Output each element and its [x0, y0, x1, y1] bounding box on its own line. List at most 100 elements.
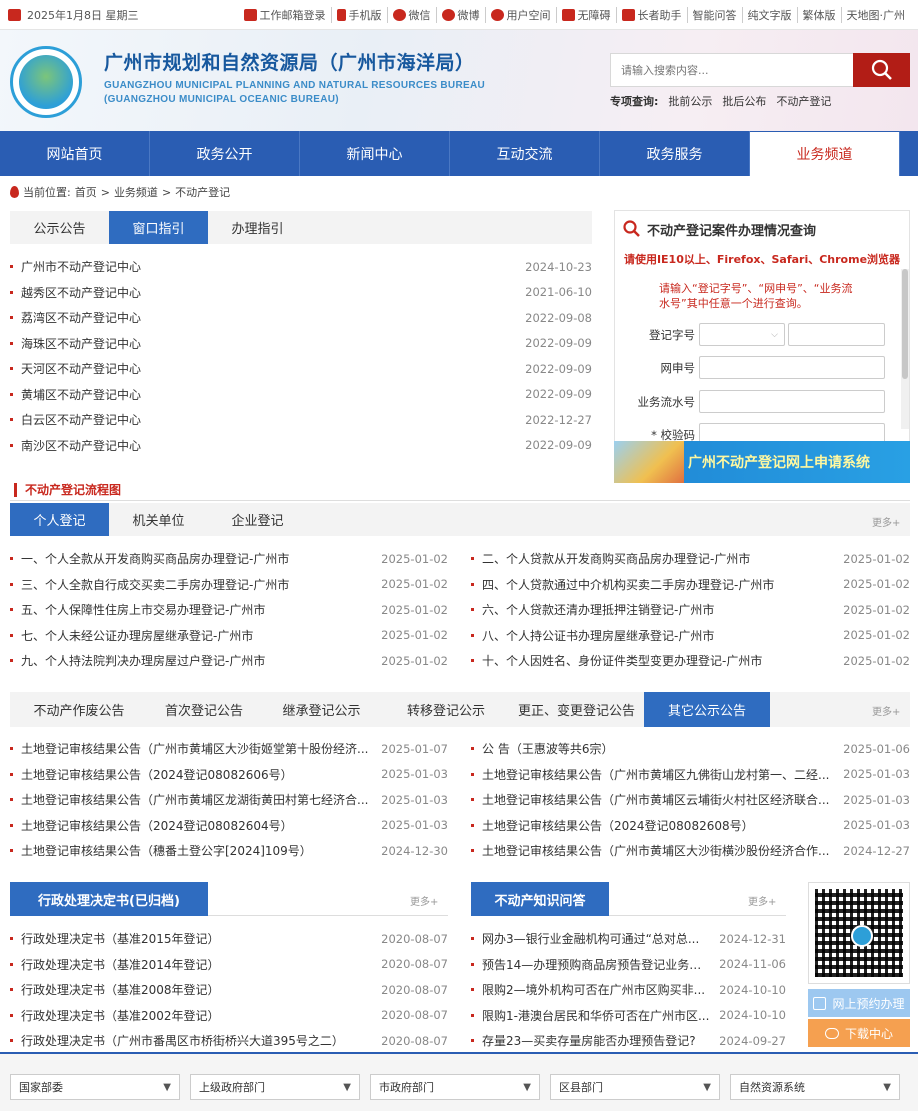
nav-interaction[interactable]: 互动交流	[450, 131, 600, 176]
tab-announcements[interactable]: 公示公告	[10, 211, 109, 244]
list-item[interactable]: 土地登记审核结果公告（穗番土登公字[2024]109号） 2024-12-30	[10, 838, 448, 864]
list-item[interactable]: 十、个人因姓名、身份证件类型变更办理登记-广州市 2025-01-02	[471, 648, 910, 674]
tab-personal[interactable]: 个人登记	[10, 503, 109, 536]
list-item[interactable]: 七、个人未经公证办理房屋继承登记-广州市 2025-01-02	[10, 623, 448, 649]
list-item[interactable]: 行政处理决定书（基准2008年登记） 2020-08-07	[10, 977, 448, 1003]
tab-transfer[interactable]: 转移登记公示	[383, 692, 509, 727]
tab-other-notice[interactable]: 其它公示公告	[644, 692, 770, 727]
decision-title[interactable]: 行政处理决定书(已归档)	[10, 882, 208, 916]
list-item[interactable]: 九、个人持法院判决办理房屋过户登记-广州市 2025-01-02	[10, 648, 448, 674]
list-item[interactable]: 行政处理决定书（基准2015年登记） 2020-08-07	[10, 926, 448, 952]
booking-icon	[813, 996, 827, 1010]
list-item[interactable]: 荔湾区不动产登记中心 2022-09-08	[10, 305, 592, 331]
notice-more-link[interactable]: 更多+	[872, 703, 900, 718]
qa-more-link[interactable]: 更多+	[748, 893, 776, 908]
list-item[interactable]: 土地登记审核结果公告（广州市黄埔区云埔街火村社区经济联合... 2025-01-0…	[471, 787, 910, 813]
nav-services[interactable]: 政务服务	[600, 131, 750, 176]
list-item[interactable]: 黄埔区不动产登记中心 2022-09-09	[10, 382, 592, 408]
wechat-link[interactable]: 微信	[386, 6, 436, 23]
site-title-en-1: GUANGZHOU MUNICIPAL PLANNING AND NATURAL…	[104, 80, 485, 91]
flow-list-left: 一、个人全款从开发商购买商品房办理登记-广州市 2025-01-02 三、个人全款…	[10, 546, 448, 674]
reg-prefix-select[interactable]: ⌵	[699, 323, 785, 346]
tab-correction[interactable]: 更正、变更登记公告	[509, 692, 644, 727]
list-item[interactable]: 网办3—银行业金融机构可通过“总对总... 2024-12-31	[471, 926, 786, 952]
list-item[interactable]: 南沙区不动产登记中心 2022-09-09	[10, 433, 592, 459]
list-item[interactable]: 五、个人保障性住房上市交易办理登记-广州市 2025-01-02	[10, 597, 448, 623]
search-input[interactable]	[610, 53, 853, 87]
list-item[interactable]: 土地登记审核结果公告（广州市黄埔区九佛街山龙村第一、二经... 2025-01-0…	[471, 762, 910, 788]
list-item[interactable]: 土地登记审核结果公告（广州市黄埔区龙湖街黄田村第七经济合... 2025-01-0…	[10, 787, 448, 813]
list-item[interactable]: 行政处理决定书（基准2014年登记） 2020-08-07	[10, 952, 448, 978]
bureau-logo[interactable]	[10, 46, 82, 118]
weibo-link[interactable]: 微博	[435, 6, 485, 23]
list-item[interactable]: 土地登记审核结果公告（2024登记08082604号） 2025-01-03	[10, 813, 448, 839]
text-version-link[interactable]: 纯文字版	[741, 6, 797, 23]
special-link-post-publicity[interactable]: 批后公布	[722, 93, 766, 109]
list-item[interactable]: 行政处理决定书（基准2002年登记） 2020-08-07	[10, 1003, 448, 1029]
list-item[interactable]: 广州市不动产登记中心 2024-10-23	[10, 254, 592, 280]
list-item[interactable]: 一、个人全款从开发商购买商品房办理登记-广州市 2025-01-02	[10, 546, 448, 572]
list-item[interactable]: 行政处理决定书（广州市番禺区市桥街桥兴大道395号之二） 2020-08-07	[10, 1028, 448, 1054]
tab-inheritance[interactable]: 继承登记公示	[260, 692, 383, 727]
list-item[interactable]: 白云区不动产登记中心 2022-12-27	[10, 407, 592, 433]
select-superior-gov[interactable]: 上级政府部门 ▼	[190, 1074, 360, 1100]
select-national-ministries[interactable]: 国家部委 ▼	[10, 1074, 180, 1100]
select-city-gov[interactable]: 市政府部门 ▼	[370, 1074, 540, 1100]
nav-gov-affairs[interactable]: 政务公开	[150, 131, 300, 176]
map-link[interactable]: 天地图·广州	[840, 6, 911, 23]
tab-enterprise[interactable]: 企业登记	[208, 503, 307, 536]
user-space-link[interactable]: 用户空间	[484, 6, 556, 23]
list-item[interactable]: 越秀区不动产登记中心 2021-06-10	[10, 280, 592, 306]
nav-home[interactable]: 网站首页	[0, 131, 150, 176]
traditional-link[interactable]: 繁体版	[796, 6, 841, 23]
query-scrollbar[interactable]	[901, 269, 909, 429]
list-item[interactable]: 三、个人全款自行成交买卖二手房办理登记-广州市 2025-01-02	[10, 572, 448, 598]
flow-more-link[interactable]: 更多+	[872, 514, 900, 529]
accessibility-link[interactable]: 无障碍	[555, 6, 616, 23]
tab-first-registration[interactable]: 首次登记公告	[148, 692, 260, 727]
list-item[interactable]: 海珠区不动产登记中心 2022-09-09	[10, 331, 592, 357]
nav-business[interactable]: 业务频道	[750, 131, 900, 176]
special-link-real-estate[interactable]: 不动产登记	[776, 93, 831, 109]
tab-process-guide[interactable]: 办理指引	[208, 211, 307, 244]
tab-void-notice[interactable]: 不动产作废公告	[10, 692, 148, 727]
elder-helper-link[interactable]: 长者助手	[615, 6, 687, 23]
tab-window-guide[interactable]: 窗口指引	[109, 211, 208, 244]
list-item[interactable]: 限购1-港澳台居民和华侨可否在广州市区... 2024-10-10	[471, 1003, 786, 1029]
crumb-business[interactable]: 业务频道	[114, 184, 158, 200]
mail-login-link[interactable]: 工作邮箱登录	[239, 7, 331, 23]
decision-more-link[interactable]: 更多+	[410, 893, 438, 908]
list-item[interactable]: 二、个人贷款从开发商购买商品房办理登记-广州市 2025-01-02	[471, 546, 910, 572]
list-item[interactable]: 土地登记审核结果公告（广州市黄埔区大沙街姬堂第十股份经济... 2025-01-0…	[10, 736, 448, 762]
wechat-icon	[392, 8, 406, 21]
crumb-home[interactable]: 首页	[75, 184, 97, 200]
serial-number-input[interactable]	[699, 390, 885, 413]
download-center-button[interactable]: 下载中心	[808, 1019, 910, 1047]
search-button[interactable]	[853, 53, 910, 87]
list-item[interactable]: 公 告（王惠波等共6宗） 2025-01-06	[471, 736, 910, 762]
list-item[interactable]: 存量23—买卖存量房能否办理预告登记? 2024-09-27	[471, 1028, 786, 1054]
online-booking-button[interactable]: 网上预约办理	[808, 989, 910, 1017]
select-natural-resources[interactable]: 自然资源系统 ▼	[730, 1074, 900, 1100]
list-item[interactable]: 土地登记审核结果公告（2024登记08082608号） 2025-01-03	[471, 813, 910, 839]
net-apply-input[interactable]	[699, 356, 885, 379]
list-item[interactable]: 土地登记审核结果公告（2024登记08082606号） 2025-01-03	[10, 762, 448, 788]
online-apply-banner[interactable]: 广州不动产登记网上申请系统	[614, 441, 910, 483]
select-district-gov[interactable]: 区县部门 ▼	[550, 1074, 720, 1100]
nav-news[interactable]: 新闻中心	[300, 131, 450, 176]
qa-header: 不动产知识问答	[471, 882, 786, 916]
list-item[interactable]: 六、个人贷款还清办理抵押注销登记-广州市 2025-01-02	[471, 597, 910, 623]
list-item[interactable]: 预告14—办理预购商品房预告登记业务，... 2024-11-06	[471, 952, 786, 978]
list-item[interactable]: 土地登记审核结果公告（广州市黄埔区大沙街横沙股份经济合作... 2024-12-2…	[471, 838, 910, 864]
list-item[interactable]: 八、个人持公证书办理房屋继承登记-广州市 2025-01-02	[471, 623, 910, 649]
tab-institution[interactable]: 机关单位	[109, 503, 208, 536]
list-item[interactable]: 天河区不动产登记中心 2022-09-09	[10, 356, 592, 382]
reg-number-input[interactable]	[788, 323, 885, 346]
qa-title[interactable]: 不动产知识问答	[471, 882, 609, 916]
elder-icon	[621, 8, 635, 21]
smart-qa-link[interactable]: 智能问答	[686, 6, 742, 23]
special-link-pre-publicity[interactable]: 批前公示	[668, 93, 712, 109]
list-item[interactable]: 四、个人贷款通过中介机构买卖二手房办理登记-广州市 2025-01-02	[471, 572, 910, 598]
mobile-link[interactable]: 手机版	[330, 6, 387, 23]
list-item[interactable]: 限购2—境外机构可否在广州市区购买非... 2024-10-10	[471, 977, 786, 1003]
